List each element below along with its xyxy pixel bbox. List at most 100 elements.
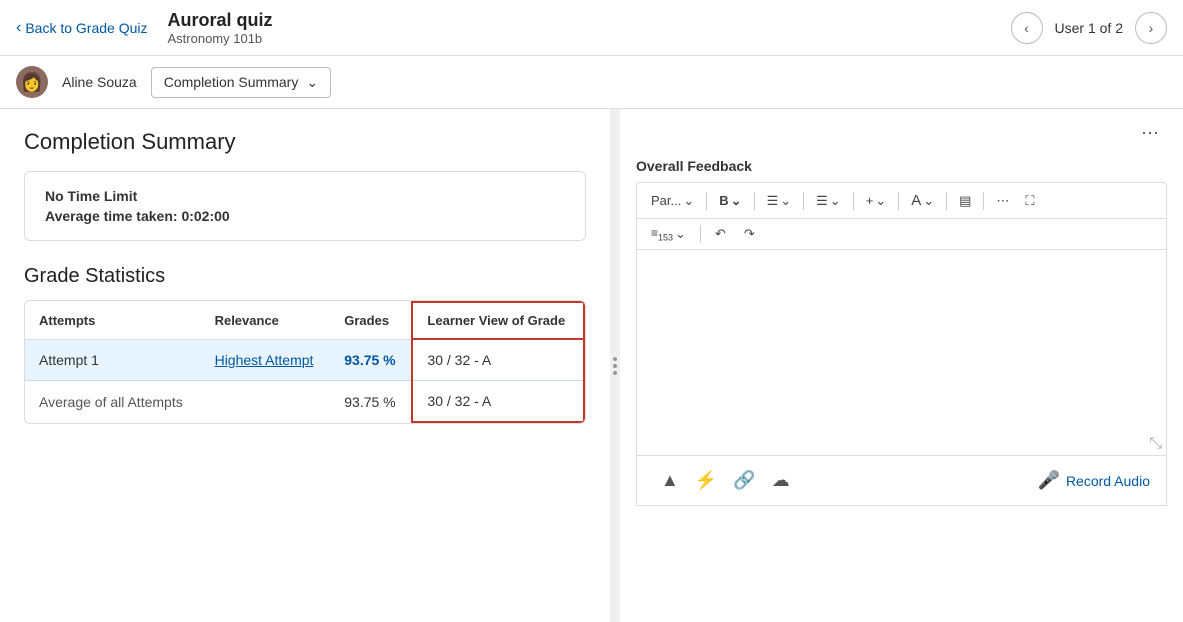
more-options-button[interactable]: ⋯ — [1133, 119, 1167, 148]
heading-chevron-icon: ⌄ — [675, 226, 686, 242]
col-header-learner-view: Learner View of Grade — [412, 302, 584, 339]
col-header-attempts: Attempts — [25, 302, 201, 339]
align-chevron-icon: ⌄ — [780, 193, 791, 209]
list-chevron-icon: ⌄ — [830, 193, 841, 209]
microphone-icon: 🎤 — [1038, 470, 1060, 491]
main-layout: Completion Summary No Time Limit Average… — [0, 109, 1183, 622]
time-card: No Time Limit Average time taken: 0:02:0… — [24, 171, 586, 241]
grade-statistics-title: Grade Statistics — [24, 265, 586, 288]
attempt-1-grade: 93.75 % — [330, 339, 412, 381]
completion-summary-dropdown[interactable]: Completion Summary ⌄ — [151, 67, 331, 98]
avg-time-value: 0:02:00 — [181, 208, 229, 224]
cloud-icon: ☁ — [772, 470, 790, 490]
grade-statistics-table-wrapper: Attempts Relevance Grades Learner View o… — [24, 300, 586, 424]
attempt-1-learner-view: 30 / 32 - A — [412, 339, 584, 381]
font-a-icon: A — [911, 192, 921, 209]
right-panel-header: ⋯ — [620, 109, 1183, 154]
completion-summary-title: Completion Summary — [24, 129, 586, 155]
feedback-text-area-container: ⤡ — [636, 249, 1167, 455]
more-toolbar-button[interactable]: ⋯ — [990, 190, 1015, 212]
highest-attempt-link[interactable]: Highest Attempt — [215, 352, 314, 368]
add-button[interactable]: + ⌄ — [860, 190, 893, 212]
next-user-button[interactable]: › — [1135, 12, 1167, 44]
link-icon: 🔗 — [733, 470, 755, 490]
sub-nav: 👩 Aline Souza Completion Summary ⌄ — [0, 56, 1183, 109]
record-audio-button[interactable]: 🎤 Record Audio — [1038, 470, 1150, 491]
user-count-label: User 1 of 2 — [1055, 20, 1123, 36]
left-panel: Completion Summary No Time Limit Average… — [0, 109, 610, 622]
cloud-button[interactable]: ☁ — [764, 466, 798, 495]
list-icon: ☰ — [816, 193, 828, 209]
undo-button[interactable]: ↶ — [709, 223, 732, 245]
more-toolbar-icon: ⋯ — [996, 193, 1009, 209]
no-time-limit-label: No Time Limit — [45, 188, 565, 204]
toolbar-row-1: Par... ⌄ B ⌄ ☰ ⌄ ☰ ⌄ — [636, 182, 1167, 218]
toolbar-separator-8 — [700, 225, 701, 243]
paragraph-button[interactable]: Par... ⌄ — [645, 190, 700, 212]
attempt-1-label: Attempt 1 — [25, 339, 201, 381]
avg-attempts-label: Average of all Attempts — [25, 381, 201, 423]
avg-attempts-grade: 93.75 % — [330, 381, 412, 423]
link-button[interactable]: 🔗 — [725, 466, 763, 495]
heading-button[interactable]: ≡153 ⌄ — [645, 223, 692, 245]
toolbar-area: Par... ⌄ B ⌄ ☰ ⌄ ☰ ⌄ — [620, 182, 1183, 249]
record-audio-label: Record Audio — [1066, 473, 1150, 489]
paint-button[interactable]: ▤ — [953, 190, 977, 212]
avatar-image: 👩 — [21, 72, 43, 93]
avg-time-row: Average time taken: 0:02:00 — [45, 208, 565, 224]
list-button[interactable]: ☰ ⌄ — [810, 190, 847, 212]
feedback-textarea[interactable] — [637, 250, 1166, 430]
font-button[interactable]: A ⌄ — [905, 189, 940, 212]
heading-icon: ≡153 — [651, 226, 673, 242]
lightning-button[interactable]: ⚡ — [687, 466, 725, 495]
avg-attempts-learner-view: 30 / 32 - A — [412, 381, 584, 423]
toolbar-separator-3 — [803, 192, 804, 210]
redo-button[interactable]: ↷ — [738, 223, 761, 245]
col-header-grades: Grades — [330, 302, 412, 339]
bold-label: B — [719, 193, 728, 208]
overall-feedback-label: Overall Feedback — [620, 154, 1183, 182]
expand-icon: ⛶ — [1025, 193, 1034, 209]
expand-button[interactable]: ⛶ — [1019, 190, 1040, 212]
user-navigation: ‹ User 1 of 2 › — [1011, 12, 1167, 44]
toolbar-separator-2 — [754, 192, 755, 210]
toolbar-separator-6 — [946, 192, 947, 210]
paint-icon: ▤ — [959, 193, 971, 209]
avg-attempts-relevance — [201, 381, 331, 423]
resize-handle[interactable]: ⤡ — [637, 433, 1166, 455]
font-chevron-icon: ⌄ — [923, 193, 934, 209]
previous-user-button[interactable]: ‹ — [1011, 12, 1043, 44]
paragraph-chevron-icon: ⌄ — [683, 193, 694, 209]
dropdown-chevron-icon: ⌄ — [306, 74, 318, 91]
upload-icon: ▲ — [661, 470, 679, 490]
redo-icon: ↷ — [744, 226, 755, 242]
table-row: Average of all Attempts 93.75 % 30 / 32 … — [25, 381, 584, 423]
toolbar-separator-4 — [853, 192, 854, 210]
lightning-icon: ⚡ — [695, 470, 717, 490]
user-name-label: Aline Souza — [62, 74, 137, 90]
bottom-toolbar: ▲ ⚡ 🔗 ☁ 🎤 Record Audio — [636, 455, 1167, 506]
toolbar-row-2: ≡153 ⌄ ↶ ↷ — [636, 218, 1167, 249]
bold-button[interactable]: B ⌄ — [713, 190, 747, 212]
quiz-title-area: Auroral quiz Astronomy 101b — [168, 10, 1011, 46]
back-to-grade-quiz-link[interactable]: ‹ Back to Grade Quiz — [16, 19, 148, 37]
upload-button[interactable]: ▲ — [653, 466, 687, 495]
panel-divider[interactable] — [610, 109, 620, 622]
quiz-subtitle: Astronomy 101b — [168, 31, 1011, 46]
toolbar-separator-1 — [706, 192, 707, 210]
avg-time-label: Average time taken: — [45, 208, 178, 224]
right-panel: ⋯ Overall Feedback Par... ⌄ B ⌄ ☰ ⌄ — [620, 109, 1183, 622]
table-row: Attempt 1 Highest Attempt 93.75 % 30 / 3… — [25, 339, 584, 381]
dropdown-label: Completion Summary — [164, 74, 299, 90]
add-chevron-icon: ⌄ — [875, 193, 886, 209]
grade-statistics-table: Attempts Relevance Grades Learner View o… — [25, 301, 585, 423]
align-button[interactable]: ☰ ⌄ — [761, 190, 798, 212]
paragraph-label: Par... — [651, 193, 681, 208]
drag-handle — [613, 357, 617, 375]
back-label: Back to Grade Quiz — [25, 20, 147, 36]
toolbar-separator-7 — [983, 192, 984, 210]
bold-chevron-icon: ⌄ — [731, 193, 742, 209]
avatar: 👩 — [16, 66, 48, 98]
undo-icon: ↶ — [715, 226, 726, 242]
quiz-title: Auroral quiz — [168, 10, 1011, 31]
